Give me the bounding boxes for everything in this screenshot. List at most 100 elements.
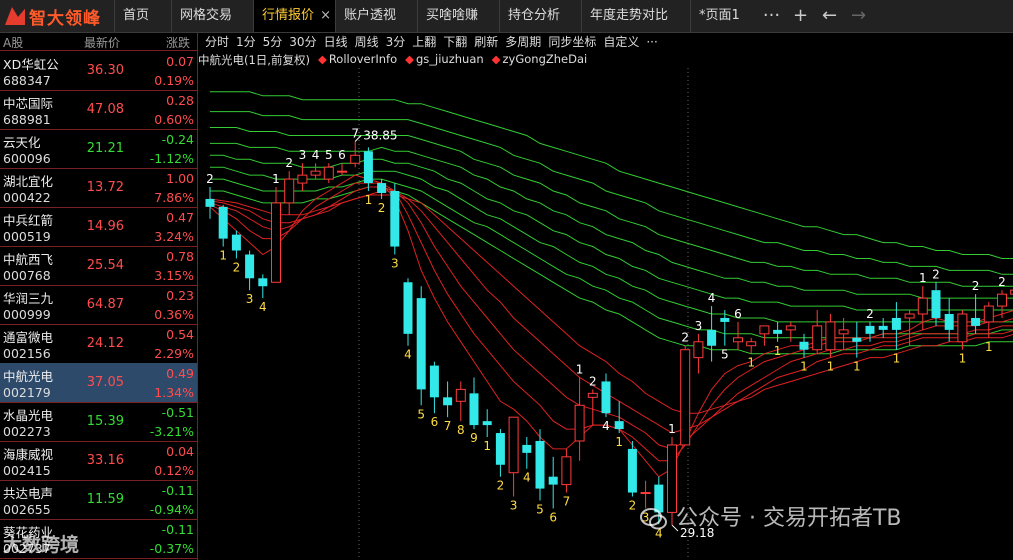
change-header[interactable]: 涨跌: [166, 34, 190, 51]
count-label: 1: [483, 439, 491, 453]
count-label: 9: [470, 431, 478, 445]
candle-body-down: [258, 278, 268, 287]
indicator-name[interactable]: RolloverInfo: [329, 52, 397, 68]
chart-tool-10[interactable]: 多周期: [505, 33, 541, 51]
candle-body-up: [693, 341, 704, 359]
indicator-marker-icon: ◆: [405, 52, 414, 66]
candle-body-down: [720, 317, 730, 322]
count-label: 2: [233, 260, 241, 274]
quote-row[interactable]: 通富微电 002156 24.12 0.54 2.29%: [0, 324, 197, 364]
quote-row[interactable]: 海康威视 002415 33.16 0.04 0.12%: [0, 441, 197, 481]
logo-icon: [5, 7, 25, 25]
indicator-name[interactable]: gs_jiuzhuan: [416, 52, 484, 68]
stock-change-pct: 1.34%: [154, 385, 194, 400]
stock-code: 688981: [3, 112, 51, 127]
count-label: 4: [404, 348, 412, 362]
quote-row[interactable]: XD华虹公 688347 36.30 0.07 0.19%: [0, 51, 197, 91]
chart-tool-6[interactable]: 3分: [386, 33, 406, 51]
quote-row[interactable]: 中兵红箭 000519 14.96 0.47 3.24%: [0, 207, 197, 247]
stock-price: 33.16: [86, 453, 124, 468]
stock-name: 水晶光电: [3, 408, 54, 423]
count-label: 1: [853, 360, 861, 374]
count-label: 2: [378, 201, 386, 215]
candle-body-up: [785, 325, 796, 331]
candle-body-down: [390, 191, 400, 247]
chart-tool-0[interactable]: 分时: [205, 33, 229, 51]
chart-tool-5[interactable]: 周线: [355, 33, 379, 51]
tab-3[interactable]: 账户透视: [335, 0, 417, 32]
candle-body-down: [548, 476, 558, 485]
price-header[interactable]: 最新价: [84, 34, 120, 51]
stock-code: 000999: [3, 307, 51, 322]
stock-name: 中航光电: [3, 369, 54, 384]
count-label: 2: [972, 279, 980, 293]
count-label: 3: [246, 292, 254, 306]
chart-tool-1[interactable]: 1分: [236, 33, 256, 51]
indicator-name[interactable]: zyGongZheDai: [503, 52, 588, 68]
stock-change: 0.23: [166, 288, 194, 303]
count-label: 2: [589, 374, 597, 388]
tab-close-icon[interactable]: ×: [320, 0, 331, 32]
candle-body-down: [245, 254, 255, 279]
candle-body-up: [284, 178, 295, 204]
chart-tool-2[interactable]: 5分: [263, 33, 283, 51]
quote-row[interactable]: 云天化 600096 21.21 -0.24 -1.12%: [0, 129, 197, 169]
count-label: 5: [417, 407, 425, 421]
quote-row[interactable]: 中芯国际 688981 47.08 0.28 0.60%: [0, 90, 197, 130]
count-label: 2: [206, 172, 214, 186]
chart-tool-8[interactable]: 下翻: [443, 33, 467, 51]
tab-label: 买啥啥赚: [426, 8, 479, 23]
count-label: 1: [272, 172, 280, 186]
tab-4[interactable]: 买啥啥赚: [417, 0, 499, 32]
candle-body-up: [574, 404, 585, 442]
quote-row[interactable]: 中航西飞 000768 25.54 0.78 3.15%: [0, 246, 197, 286]
quote-row[interactable]: 湖北宜化 000422 13.72 1.00 7.86%: [0, 168, 197, 208]
tab-2[interactable]: 行情报价 ×: [253, 0, 335, 32]
chart-tool-7[interactable]: 上翻: [412, 33, 436, 51]
stock-code: 000519: [3, 229, 51, 244]
quote-row[interactable]: 中航光电 002179 37.05 0.49 1.34%: [0, 363, 197, 403]
chart-tool-4[interactable]: 日线: [324, 33, 348, 51]
candle-body-up: [323, 166, 334, 180]
green-ribbon-line: [210, 178, 1013, 339]
chart-tool-12[interactable]: 自定义: [603, 33, 639, 51]
corner-watermark: 大数跨境: [3, 530, 79, 557]
candle-body-up: [997, 293, 1007, 307]
stock-change: 0.49: [166, 366, 194, 381]
candle-body-up: [640, 492, 651, 495]
count-label: 6: [549, 510, 557, 524]
quote-row[interactable]: 华润三九 000999 64.87 0.23 0.36%: [0, 285, 197, 325]
candle-body-down: [878, 325, 888, 330]
app-logo[interactable]: 智大领峰: [0, 0, 114, 32]
chart-tool-13[interactable]: ···: [646, 33, 657, 51]
count-label: 1: [615, 435, 623, 449]
green-ribbon-line: [210, 111, 1013, 275]
count-label: 5: [536, 502, 544, 516]
chart-tool-3[interactable]: 30分: [289, 33, 316, 51]
quote-row[interactable]: 共达电声 002655 11.59 -0.11 -0.94%: [0, 480, 197, 520]
tab-5[interactable]: 持仓分析: [499, 0, 581, 32]
candlestick-chart[interactable]: 21234123 4 5 67123456 7 891234567124123412345…: [198, 68, 1013, 560]
chart-info-bar: 中航光电(1日,前复权) ◆ RolloverInfo ◆ gs_jiuzhuan ◆ z…: [198, 52, 587, 68]
tab-0[interactable]: 首页: [114, 0, 171, 32]
stock-change-pct: -3.21%: [149, 424, 194, 439]
back-arrow-icon[interactable]: ←: [815, 0, 844, 32]
tab-1[interactable]: 网格交易: [171, 0, 253, 32]
chart-tool-9[interactable]: 刷新: [474, 33, 498, 51]
market-header[interactable]: A股: [3, 34, 23, 51]
brand-name: 智大领峰: [29, 8, 101, 29]
stock-price: 11.59: [86, 492, 124, 507]
count-label: 2: [866, 307, 874, 321]
candle-body-down: [971, 317, 981, 326]
red-ribbon-line: [209, 194, 1013, 414]
candle-body-down: [482, 421, 492, 426]
add-icon[interactable]: +: [786, 0, 815, 32]
more-icon[interactable]: ···: [757, 0, 786, 32]
chart-tool-11[interactable]: 同步坐标: [548, 33, 596, 51]
tab-6[interactable]: 年度走势对比: [581, 0, 690, 32]
quote-row[interactable]: 水晶光电 002273 15.39 -0.51 -3.21%: [0, 402, 197, 442]
candle-body-down: [377, 183, 387, 193]
count-label: 1: [919, 271, 927, 285]
candle-body-down: [865, 325, 875, 334]
forward-arrow-icon[interactable]: →: [844, 0, 873, 32]
